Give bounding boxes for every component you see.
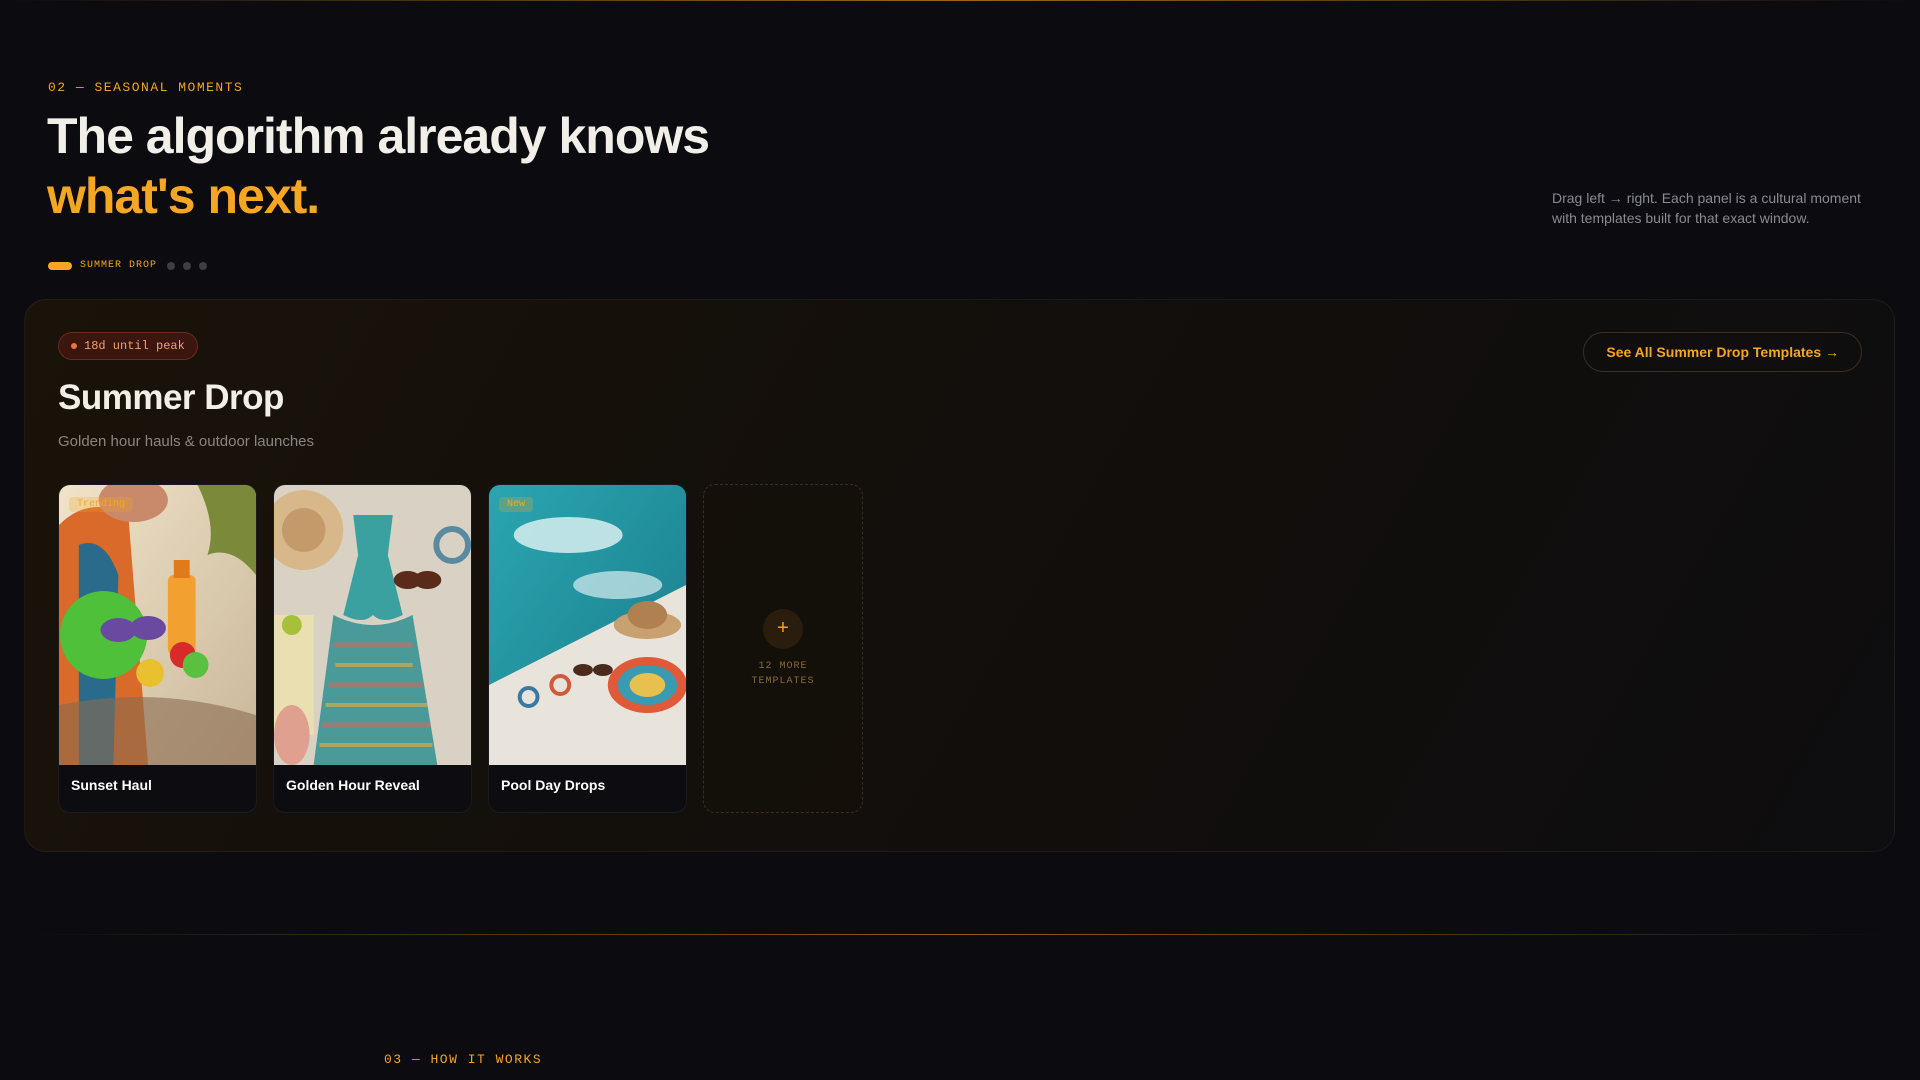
active-slide-indicator[interactable]	[48, 261, 72, 270]
moment-panel[interactable]: 18d until peak See All Summer Drop Templ…	[24, 299, 1895, 852]
section-divider	[24, 934, 1896, 935]
next-section-eyebrow: 03 — HOW IT WORKS	[384, 1052, 543, 1067]
countdown-badge: 18d until peak	[58, 332, 198, 360]
golden-hour-reveal-thumbnail	[274, 485, 471, 765]
status-dot-icon	[71, 343, 77, 349]
plus-icon: +	[763, 608, 803, 649]
card-badge: New	[499, 497, 534, 512]
template-card[interactable]: Golden Hour Reveal	[273, 484, 472, 813]
more-templates-card[interactable]: + 12 MORE TEMPLATES	[703, 484, 863, 813]
more-templates-label: 12 MORE TEMPLATES	[751, 660, 815, 687]
panel-subtitle: Golden hour hauls & outdoor launches	[58, 433, 315, 450]
drag-hint: Drag left → right. Each panel is a cultu…	[1552, 190, 1861, 226]
pool-day-drops-thumbnail	[489, 485, 686, 765]
top-accent-line	[0, 0, 1920, 1]
headline-line-1: The algorithm already knows	[47, 108, 710, 164]
headline-line-2: what's next.	[47, 168, 320, 224]
panel-title: Summer Drop	[58, 378, 284, 417]
card-title: Sunset Haul	[71, 777, 152, 793]
slide-dot[interactable]	[167, 261, 176, 270]
template-card-list: Trending Sunset Haul Golden Hour Reveal …	[58, 484, 863, 813]
slider-pagination: SUMMER DROP	[48, 260, 208, 271]
template-card[interactable]: Trending Sunset Haul	[58, 484, 257, 813]
card-title: Pool Day Drops	[501, 777, 606, 793]
card-title: Golden Hour Reveal	[286, 777, 420, 793]
sunset-haul-thumbnail	[59, 485, 256, 765]
see-all-templates-button[interactable]: See All Summer Drop Templates →	[1583, 332, 1862, 372]
section-headline: The algorithm already knows what's next.	[47, 106, 710, 226]
active-slide-label: SUMMER DROP	[80, 260, 158, 271]
template-card[interactable]: New Pool Day Drops	[488, 484, 687, 813]
slide-dot[interactable]	[183, 261, 192, 270]
slide-dot[interactable]	[199, 261, 208, 270]
section-eyebrow: 02 — SEASONAL MOMENTS	[48, 80, 244, 95]
countdown-text: 18d until peak	[84, 339, 185, 353]
card-badge: Trending	[69, 497, 134, 512]
